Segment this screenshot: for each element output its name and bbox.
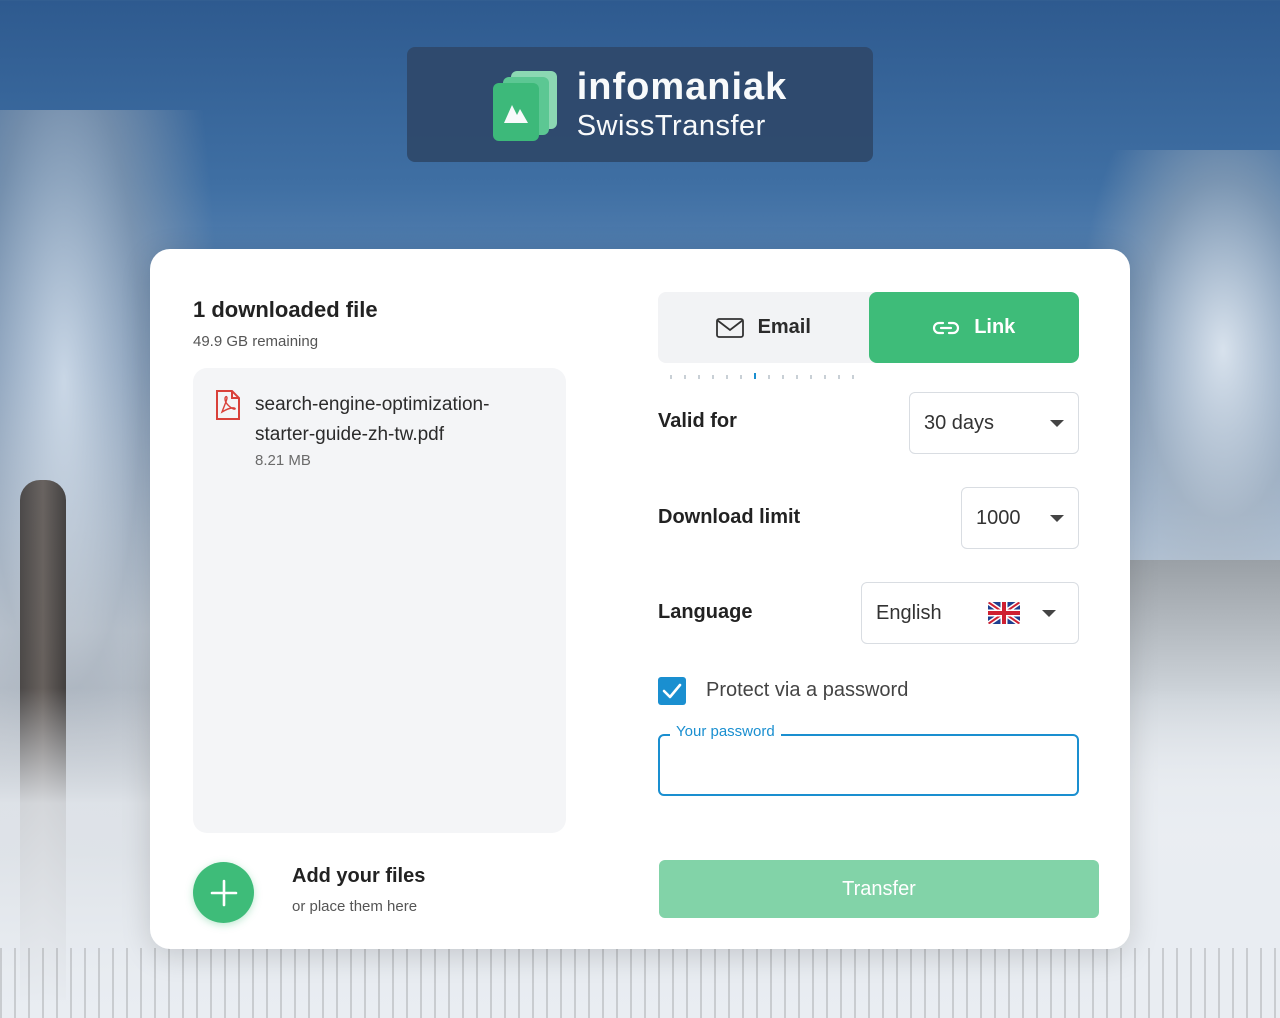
background-tree-trunk: [20, 480, 66, 1000]
tab-email-label: Email: [757, 316, 811, 338]
transfer-mode-tabs: Email Link: [658, 292, 1079, 363]
brand-name: infomaniak: [576, 66, 788, 108]
language-select[interactable]: English: [861, 582, 1079, 644]
download-limit-value: 1000: [976, 506, 1021, 529]
link-icon: [933, 321, 960, 334]
chevron-down-icon: [1050, 419, 1064, 427]
chevron-down-icon: [1050, 514, 1064, 522]
add-files-title: Add your files: [292, 865, 426, 887]
file-list[interactable]: search-engine-optimization-starter-guide…: [193, 368, 566, 833]
swisstransfer-logo-icon: [492, 69, 559, 141]
password-field-label: Your password: [670, 723, 781, 740]
password-field[interactable]: Your password: [658, 723, 1079, 796]
tab-link-label: Link: [974, 316, 1016, 338]
plus-icon: [210, 879, 237, 906]
transfer-button[interactable]: Transfer: [659, 860, 1099, 918]
pdf-file-icon: [215, 390, 241, 420]
file-name: search-engine-optimization-starter-guide…: [255, 394, 490, 445]
tab-email[interactable]: Email: [658, 292, 869, 363]
brand-header[interactable]: infomaniak SwissTransfer: [407, 47, 873, 162]
language-value: English: [876, 601, 942, 624]
valid-for-select[interactable]: 30 days: [909, 392, 1079, 454]
add-files-subtitle: or place them here: [292, 898, 418, 915]
download-limit-label: Download limit: [658, 506, 801, 528]
download-limit-select[interactable]: 1000: [961, 487, 1079, 549]
background-snow-hill: [1110, 560, 1280, 1018]
file-list-item[interactable]: search-engine-optimization-starter-guide…: [215, 390, 515, 469]
transfer-card: 1 downloaded file 49.9 GB remaining sear…: [150, 249, 1130, 949]
storage-remaining: 49.9 GB remaining: [193, 333, 319, 350]
password-input[interactable]: [660, 736, 1077, 794]
files-count-title: 1 downloaded file: [193, 297, 378, 322]
checkmark-icon: [662, 683, 682, 699]
tab-link[interactable]: Link: [868, 292, 1079, 363]
envelope-icon: [715, 317, 744, 338]
uk-flag-icon: [987, 602, 1020, 624]
password-checkbox-label[interactable]: Protect via a password: [706, 679, 908, 702]
loading-indicator: [670, 373, 860, 379]
language-label: Language: [658, 601, 753, 623]
add-files-text[interactable]: Add your files or place them here: [292, 865, 425, 915]
file-size: 8.21 MB: [255, 452, 311, 469]
password-checkbox[interactable]: [658, 677, 686, 705]
background-fence: [0, 948, 1280, 1018]
add-files-button[interactable]: [193, 862, 254, 923]
valid-for-value: 30 days: [924, 411, 995, 434]
valid-for-label: Valid for: [658, 410, 737, 432]
brand-product: SwissTransfer: [576, 110, 766, 142]
files-header: 1 downloaded file 49.9 GB remaining: [193, 297, 378, 350]
chevron-down-icon: [1041, 609, 1056, 617]
